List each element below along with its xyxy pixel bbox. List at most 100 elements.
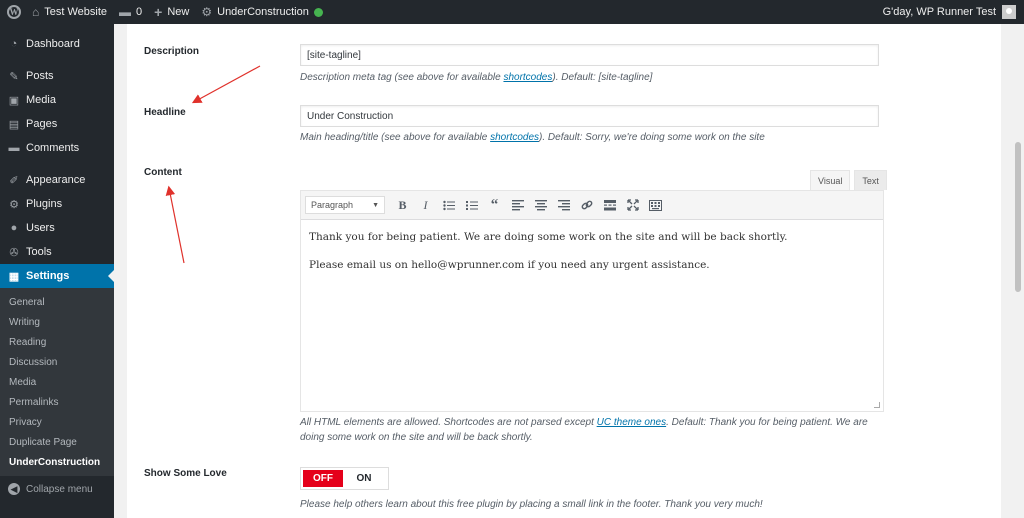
media-icon: ▣: [8, 94, 20, 107]
dashboard-icon: ◔: [10, 38, 18, 50]
align-center-button[interactable]: [529, 194, 552, 217]
align-right-icon: [557, 199, 570, 210]
site-name-link[interactable]: ⌂ Test Website: [26, 0, 113, 24]
align-right-button[interactable]: [552, 194, 575, 217]
content-help: All HTML elements are allowed. Shortcode…: [300, 415, 880, 445]
align-left-button[interactable]: [506, 194, 529, 217]
numbered-list-button[interactable]: [460, 194, 483, 217]
show-love-help: Please help others learn about this free…: [300, 499, 763, 510]
settings-submenu: General Writing Reading Discussion Media…: [0, 288, 114, 476]
editor-content[interactable]: Thank you for being patient. We are doin…: [301, 220, 883, 296]
collapse-menu-button[interactable]: ◀ Collapse menu: [0, 478, 114, 500]
avatar: [1002, 5, 1016, 19]
comment-bubble-icon: ▬: [119, 5, 132, 19]
sidebar-item-label: Posts: [26, 70, 54, 82]
submenu-item-general[interactable]: General: [0, 292, 114, 312]
submenu-item-privacy[interactable]: Privacy: [0, 412, 114, 432]
uc-theme-link[interactable]: UC theme ones: [597, 417, 666, 428]
site-name: Test Website: [44, 6, 108, 18]
fullscreen-icon: [626, 199, 639, 211]
insert-link-button[interactable]: [575, 194, 598, 217]
help-text: All HTML elements are allowed. Shortcode…: [300, 417, 597, 428]
submenu-item-underconstruction[interactable]: UnderConstruction: [0, 452, 114, 472]
comments-link[interactable]: ▬ 0: [113, 0, 148, 24]
submenu-item-permalinks[interactable]: Permalinks: [0, 392, 114, 412]
chevron-down-icon: ▼: [372, 201, 379, 209]
submenu-item-reading[interactable]: Reading: [0, 332, 114, 352]
toggle-on-option[interactable]: ON: [343, 470, 385, 487]
shortcodes-link[interactable]: shortcodes: [503, 72, 552, 83]
show-love-label: Show Some Love: [144, 468, 227, 479]
sidebar-item-users[interactable]: ● Users: [0, 216, 114, 240]
submenu-item-duplicate-page[interactable]: Duplicate Page: [0, 432, 114, 452]
sidebar-item-label: Appearance: [26, 174, 86, 186]
read-more-button[interactable]: [598, 194, 621, 217]
wrench-icon: ✇: [9, 246, 19, 259]
wordpress-logo-button[interactable]: W: [2, 0, 26, 24]
sidebar-item-label: Media: [26, 94, 56, 106]
brush-icon: ✐: [9, 174, 19, 187]
fullscreen-button[interactable]: [621, 194, 644, 217]
format-select[interactable]: Paragraph ▼: [305, 196, 385, 214]
blockquote-button[interactable]: “: [483, 194, 506, 217]
page-scrollbar[interactable]: [1012, 24, 1024, 518]
sidebar-item-media[interactable]: ▣ Media: [0, 88, 114, 112]
admin-sidebar: ◔ Dashboard ✎ Posts ▣ Media ▤ Pages ▬ Comment…: [0, 24, 114, 518]
scrollbar-thumb[interactable]: [1015, 142, 1021, 292]
underconstruction-label: UnderConstruction: [217, 6, 309, 18]
sidebar-item-appearance[interactable]: ✐ Appearance: [0, 168, 114, 192]
sidebar-item-pages[interactable]: ▤ Pages: [0, 112, 114, 136]
plus-icon: +: [154, 4, 163, 20]
help-text: Main heading/title (see above for availa…: [300, 132, 491, 143]
collapse-label: Collapse menu: [26, 483, 93, 495]
sidebar-item-dashboard[interactable]: ◔ Dashboard: [0, 32, 114, 56]
italic-button[interactable]: I: [414, 194, 437, 217]
headline-help: Main heading/title (see above for availa…: [300, 130, 765, 145]
bullet-list-button[interactable]: [437, 194, 460, 217]
admin-bar: W ⌂ Test Website ▬ 0 + New ⚙ UnderConstr…: [0, 0, 1024, 24]
description-label: Description: [144, 46, 200, 57]
tab-visual[interactable]: Visual: [810, 170, 851, 190]
align-center-icon: [534, 199, 547, 210]
numbered-list-icon: [465, 200, 478, 210]
help-text: ). Default: [site-tagline]: [552, 72, 653, 83]
sidebar-item-posts[interactable]: ✎ Posts: [0, 64, 114, 88]
toolbar-toggle-button[interactable]: [644, 194, 667, 217]
sidebar-item-label: Tools: [26, 246, 52, 258]
shortcodes-link[interactable]: shortcodes: [490, 132, 539, 143]
sidebar-item-label: Comments: [26, 142, 80, 154]
user-icon: ●: [10, 222, 18, 234]
resize-handle[interactable]: [874, 402, 880, 408]
headline-input[interactable]: Under Construction: [300, 105, 879, 127]
comments-count: 0: [136, 6, 143, 18]
sidebar-item-tools[interactable]: ✇ Tools: [0, 240, 114, 264]
sidebar-item-plugins[interactable]: ⚙ Plugins: [0, 192, 114, 216]
content-editor: Paragraph ▼ B I “ Thank you for being pa…: [300, 190, 884, 412]
content-label: Content: [144, 167, 182, 178]
sidebar-item-label: Pages: [26, 118, 58, 130]
bold-button[interactable]: B: [391, 194, 414, 217]
sidebar-item-comments[interactable]: ▬ Comments: [0, 136, 114, 160]
editor-paragraph: Thank you for being patient. We are doin…: [309, 231, 788, 243]
comment-icon: ▬: [8, 142, 20, 154]
gear-icon: ⚙: [201, 5, 213, 19]
status-dot-icon: [313, 7, 323, 17]
sidebar-item-settings[interactable]: ▦ Settings: [0, 264, 114, 288]
tab-text[interactable]: Text: [854, 170, 887, 190]
submenu-item-media[interactable]: Media: [0, 372, 114, 392]
settings-icon: ▦: [8, 270, 20, 283]
editor-tabs: Visual Text: [810, 170, 887, 190]
submenu-item-discussion[interactable]: Discussion: [0, 352, 114, 372]
account-menu[interactable]: G'day, WP Runner Test: [877, 0, 1024, 24]
greeting: G'day, WP Runner Test: [882, 6, 996, 18]
show-love-toggle[interactable]: OFF ON: [300, 467, 389, 490]
submenu-item-writing[interactable]: Writing: [0, 312, 114, 332]
description-input[interactable]: [site-tagline]: [300, 44, 879, 66]
help-text: Description meta tag (see above for avai…: [300, 72, 504, 83]
quote-icon: “: [490, 196, 499, 213]
new-content-button[interactable]: + New: [148, 0, 195, 24]
home-icon: ⌂: [32, 5, 40, 19]
underconstruction-link[interactable]: ⚙ UnderConstruction: [195, 0, 328, 24]
toggle-off-option[interactable]: OFF: [303, 470, 343, 487]
link-icon: [581, 200, 592, 210]
